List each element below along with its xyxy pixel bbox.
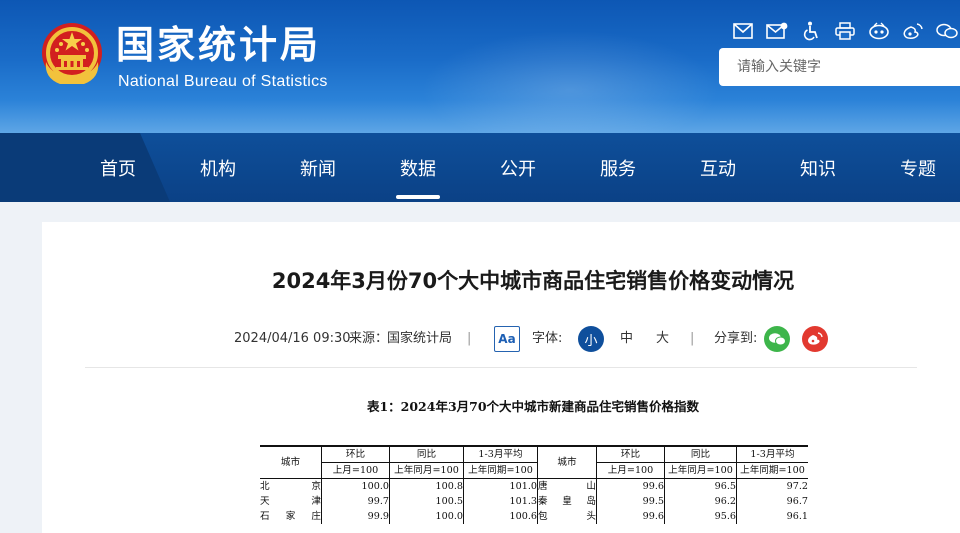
source-label: 来源： — [349, 331, 389, 346]
value-cell: 99.5 — [596, 494, 665, 509]
nav-item-data[interactable]: 数据 — [368, 133, 468, 202]
nav-item-topics[interactable]: 专题 — [868, 133, 960, 202]
value-cell: 101.0 — [463, 478, 538, 494]
value-cell: 101.3 — [463, 494, 538, 509]
group-header-yoy: 同比 — [664, 445, 737, 463]
font-size-large-button[interactable]: 大 — [656, 326, 669, 352]
group-header-mom: 环比 — [596, 445, 665, 463]
share-wechat-icon[interactable] — [764, 326, 790, 352]
nav-item-knowledge[interactable]: 知识 — [768, 133, 868, 202]
share-label: 分享到: — [714, 331, 758, 346]
base-header: 上月=100 — [596, 462, 665, 479]
nav-item-home[interactable]: 首页 — [68, 133, 168, 202]
city-name: 天津 — [260, 496, 321, 507]
font-size-medium-button[interactable]: 中 — [620, 326, 633, 352]
group-header-avg: 1-3月平均 — [463, 445, 538, 463]
value-cell: 100.8 — [389, 478, 464, 494]
nav-item-public[interactable]: 公开 — [468, 133, 568, 202]
city-name: 包头 — [537, 509, 597, 524]
page-background — [0, 202, 960, 222]
nav-item-news[interactable]: 新闻 — [268, 133, 368, 202]
group-header-avg: 1-3月平均 — [736, 445, 808, 463]
header-background-decoration — [420, 30, 720, 133]
font-size-label: 字体: — [532, 331, 563, 346]
value-cell: 96.5 — [664, 478, 737, 494]
base-header: 上年同期=100 — [736, 462, 808, 479]
meta-divider — [85, 367, 917, 368]
aa-toggle-button[interactable]: Aa — [494, 326, 520, 352]
city-name: 石家庄 — [260, 511, 321, 522]
print-icon[interactable] — [834, 20, 856, 42]
base-header: 上年同期=100 — [463, 462, 538, 479]
base-header: 上年同月=100 — [664, 462, 737, 479]
weibo-like-icon[interactable] — [868, 20, 890, 42]
meta-separator: | — [467, 331, 472, 346]
mail-icon[interactable] — [732, 20, 754, 42]
table-row: 北京 100.0 100.8 101.0 唐山 99.6 96.5 97.2 — [260, 478, 808, 494]
message-icon[interactable] — [766, 20, 788, 42]
value-cell: 96.1 — [736, 509, 808, 524]
wechat-icon[interactable] — [936, 20, 958, 42]
value-cell: 96.2 — [664, 494, 737, 509]
nav-item-services[interactable]: 服务 — [568, 133, 668, 202]
price-index-table: 城市 环比 同比 1-3月平均 城市 环比 同比 1-3月平均 上月=100 上… — [260, 445, 808, 524]
value-cell: 99.7 — [321, 494, 390, 509]
group-header-mom: 环比 — [321, 445, 390, 463]
weibo-icon[interactable] — [902, 20, 924, 42]
value-cell: 100.0 — [321, 478, 390, 494]
site-header: 国家统计局 National Bureau of Statistics — [0, 0, 960, 133]
header-tools — [732, 20, 958, 42]
publish-datetime: 2024/04/16 09:30 — [234, 331, 351, 346]
table-caption: 表1：2024年3月70个大中城市新建商品住宅销售价格指数 — [366, 399, 700, 414]
nav-item-interaction[interactable]: 互动 — [668, 133, 768, 202]
value-cell: 100.0 — [389, 509, 464, 524]
group-header-yoy: 同比 — [389, 445, 464, 463]
value-cell: 100.6 — [463, 509, 538, 524]
base-header: 上月=100 — [321, 462, 390, 479]
site-name-cn[interactable]: 国家统计局 — [116, 24, 321, 66]
base-header: 上年同月=100 — [389, 462, 464, 479]
meta-separator: | — [690, 331, 695, 346]
national-emblem-logo[interactable] — [40, 22, 104, 88]
city-header: 城市 — [537, 445, 597, 479]
value-cell: 96.7 — [736, 494, 808, 509]
share-weibo-icon[interactable] — [802, 326, 828, 352]
city-name: 北京 — [260, 481, 321, 492]
accessibility-icon[interactable] — [800, 20, 822, 42]
table-row: 石家庄 99.9 100.0 100.6 包头 99.6 95.6 96.1 — [260, 509, 808, 524]
city-header: 城市 — [260, 445, 322, 479]
value-cell: 95.6 — [664, 509, 737, 524]
value-cell: 99.6 — [596, 478, 665, 494]
city-name: 秦皇岛 — [537, 494, 597, 509]
nav-item-organization[interactable]: 机构 — [168, 133, 268, 202]
value-cell: 99.6 — [596, 509, 665, 524]
value-cell: 99.9 — [321, 509, 390, 524]
value-cell: 100.5 — [389, 494, 464, 509]
city-name: 唐山 — [537, 478, 597, 494]
value-cell: 97.2 — [736, 478, 808, 494]
article-title: 2024年3月份70个大中城市商品住宅销售价格变动情况 — [271, 269, 795, 293]
site-name-en[interactable]: National Bureau of Statistics — [118, 73, 328, 91]
main-nav-items: 首页 机构 新闻 数据 公开 服务 互动 知识 专题 — [68, 133, 960, 202]
search-input[interactable] — [719, 48, 960, 86]
source-name: 国家统计局 — [387, 331, 453, 346]
table-row: 天津 99.7 100.5 101.3 秦皇岛 99.5 96.2 96.7 — [260, 494, 808, 509]
font-size-small-button[interactable]: 小 — [578, 326, 604, 352]
